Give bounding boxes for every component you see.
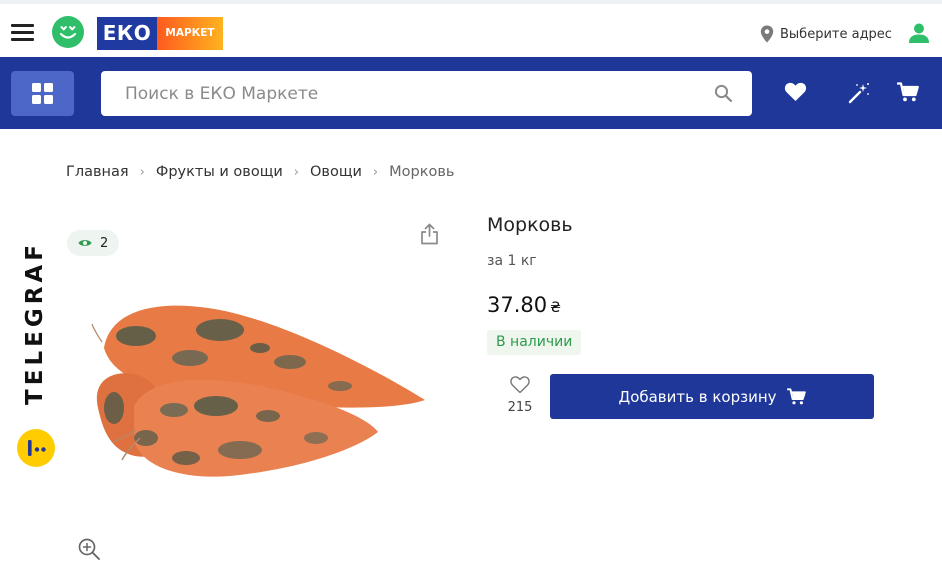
- logo-market-text: МАРКЕТ: [157, 17, 223, 50]
- catalog-button[interactable]: [11, 71, 74, 116]
- search-icon[interactable]: [714, 84, 733, 103]
- chevron-right-icon: ›: [372, 164, 379, 180]
- favorites-count: 215: [507, 400, 533, 415]
- breadcrumb-current: Морковь: [389, 164, 455, 180]
- telegraf-watermark: TELEGRAF: [14, 238, 58, 470]
- favorites-heart-icon[interactable]: [784, 82, 807, 102]
- breadcrumb-vegetables[interactable]: Овощи: [310, 164, 362, 180]
- catalog-grid-icon: [44, 83, 53, 92]
- product-price: 37.80 ₴: [487, 293, 561, 317]
- views-count: 2: [100, 235, 109, 251]
- search-box: [101, 71, 752, 116]
- cart-icon[interactable]: [897, 82, 919, 102]
- telegraf-watermark-text: TELEGRAF: [22, 241, 48, 405]
- add-to-cart-label: Добавить в корзину: [618, 387, 777, 406]
- price-value: 37.80: [487, 293, 548, 317]
- add-to-favorites-button[interactable]: 215: [500, 376, 540, 415]
- location-pin-icon: [760, 25, 774, 43]
- product-image: [91, 305, 425, 477]
- breadcrumb: Главная › Фрукты и овощи › Овощи › Морко…: [66, 164, 454, 180]
- user-account-icon[interactable]: [908, 22, 930, 48]
- cart-icon: [786, 388, 806, 405]
- share-icon[interactable]: [420, 223, 439, 245]
- address-selector[interactable]: Выберите адрес: [760, 23, 892, 45]
- search-input[interactable]: [101, 71, 701, 116]
- catalog-grid-icon: [32, 83, 41, 92]
- views-badge: 2: [67, 230, 119, 256]
- menu-icon[interactable]: [11, 23, 34, 41]
- add-to-cart-button[interactable]: Добавить в корзину: [550, 374, 874, 419]
- magic-wand-icon[interactable]: [848, 82, 870, 104]
- catalog-grid-icon: [44, 95, 53, 104]
- search-bar-strip: [0, 57, 942, 129]
- carrot-image: [91, 305, 425, 477]
- currency-symbol: ₴: [550, 300, 561, 316]
- top-bar: ЕКО МАРКЕТ Выберите адрес: [0, 0, 942, 57]
- breadcrumb-fruits-vegetables[interactable]: Фрукты и овощи: [156, 164, 283, 180]
- breadcrumb-home[interactable]: Главная: [66, 164, 129, 180]
- chevron-right-icon: ›: [293, 164, 299, 180]
- address-label: Выберите адрес: [780, 26, 892, 42]
- stock-status-badge: В наличии: [487, 330, 582, 355]
- zoom-icon[interactable]: [77, 537, 101, 561]
- logo-eko-text: ЕКО: [97, 17, 157, 50]
- chevron-right-icon: ›: [139, 164, 145, 180]
- heart-outline-icon: [510, 376, 530, 394]
- product-title: Морковь: [487, 214, 573, 236]
- smiley-logo-icon[interactable]: [52, 16, 84, 48]
- eko-market-logo[interactable]: ЕКО МАРКЕТ: [97, 17, 223, 50]
- catalog-grid-icon: [32, 95, 41, 104]
- product-unit: за 1 кг: [487, 253, 537, 269]
- eye-icon: [78, 240, 92, 246]
- telegraf-logo-icon: [17, 429, 55, 467]
